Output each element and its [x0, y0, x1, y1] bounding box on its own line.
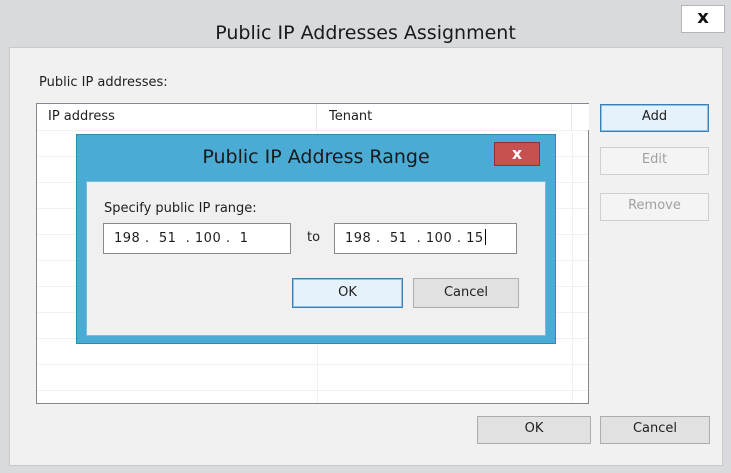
column-header-ip-address[interactable]: IP address [37, 104, 317, 130]
public-ip-list-label: Public IP addresses: [39, 75, 168, 90]
outer-dialog-title-text: Public IP Addresses Assignment [215, 22, 516, 44]
column-header-filler [573, 104, 589, 130]
grid-line [37, 130, 588, 131]
ip-range-dialog-body: Specify public IP range: 198 . 51 . 100 … [86, 181, 546, 336]
outer-cancel-button[interactable]: Cancel [600, 416, 710, 444]
outer-dialog-title: Public IP Addresses Assignment [0, 0, 731, 46]
close-icon: x [511, 144, 523, 163]
text-caret [484, 229, 486, 245]
column-header-tenant[interactable]: Tenant [318, 104, 572, 130]
end-ip-input[interactable]: 198 . 51 . 100 . 15 [334, 223, 517, 254]
grid-line [572, 130, 573, 403]
range-ok-button[interactable]: OK [292, 278, 403, 308]
outer-close-button[interactable]: x [681, 5, 725, 33]
ip-range-dialog: Public IP Address Range x Specify public… [76, 134, 556, 344]
start-ip-input[interactable]: 198 . 51 . 100 . 1 [103, 223, 291, 254]
grid-line [37, 364, 588, 365]
ip-range-dialog-title: Public IP Address Range [202, 146, 430, 168]
grid-line [37, 390, 588, 391]
add-button[interactable]: Add [600, 104, 709, 132]
outer-ok-button[interactable]: OK [477, 416, 591, 444]
ip-range-label: Specify public IP range: [104, 201, 257, 216]
edit-button[interactable]: Edit [600, 147, 709, 175]
to-label: to [307, 230, 321, 245]
close-icon: x [697, 7, 709, 28]
inner-close-button[interactable]: x [494, 142, 540, 166]
remove-button[interactable]: Remove [600, 193, 709, 221]
end-ip-value: 198 . 51 . 100 . 15 [345, 231, 484, 246]
range-cancel-button[interactable]: Cancel [413, 278, 519, 308]
